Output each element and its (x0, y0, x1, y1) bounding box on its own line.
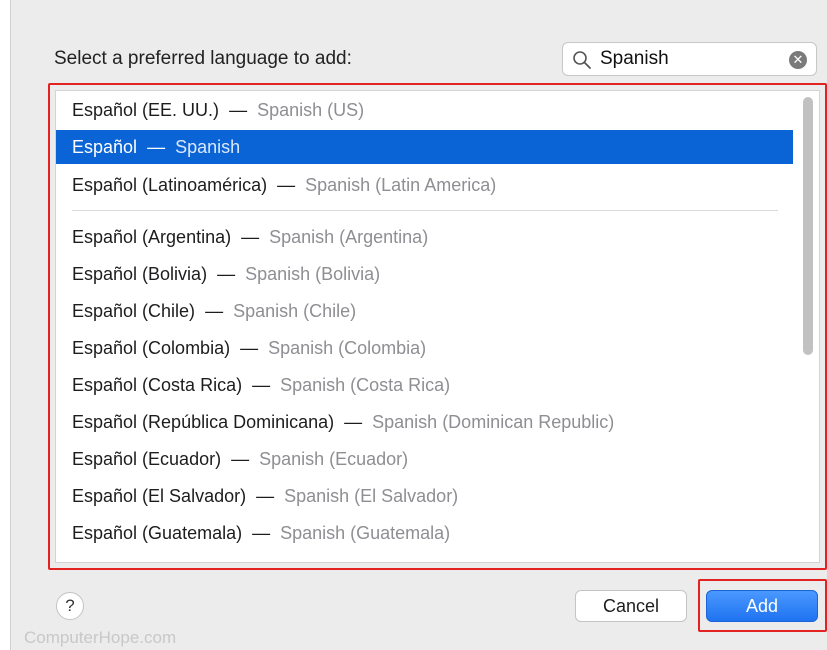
language-english-name: Spanish (Latin America) (305, 175, 497, 195)
list-item[interactable]: Español (Chile) — Spanish (Chile) (56, 294, 793, 328)
list-item-selected[interactable]: Español — Spanish (56, 130, 793, 164)
cancel-button[interactable]: Cancel (575, 590, 687, 622)
em-dash: — (344, 412, 363, 432)
em-dash: — (256, 486, 275, 506)
list-item[interactable]: Español (Latinoamérica) — Spanish (Latin A… (56, 168, 793, 202)
prompt-label: Select a preferred language to add: (54, 48, 352, 69)
language-english-name: Spanish (El Salvador) (284, 486, 459, 506)
language-native-name: Español (EE. UU.) (72, 100, 220, 120)
language-english-name: Spanish (175, 137, 241, 157)
em-dash: — (252, 523, 271, 543)
language-native-name: Español (Ecuador) (72, 449, 222, 469)
language-native-name: Español (El Salvador) (72, 486, 247, 506)
em-dash: — (240, 338, 259, 358)
em-dash: — (147, 137, 166, 157)
vertical-scrollbar[interactable] (803, 97, 813, 355)
add-language-dialog: Select a preferred language to add: ✕ Es… (10, 0, 827, 650)
em-dash: — (205, 301, 224, 321)
em-dash: — (229, 100, 248, 120)
list-item[interactable]: Español (Bolivia) — Spanish (Bolivia) (56, 257, 793, 291)
language-native-name: Español (Chile) (72, 301, 196, 321)
em-dash: — (231, 449, 250, 469)
add-highlight-box (698, 579, 827, 632)
search-input[interactable] (600, 46, 780, 72)
language-native-name: Español (Colombia) (72, 338, 231, 358)
language-english-name: Spanish (US) (257, 100, 365, 120)
language-english-name: Spanish (Costa Rica) (280, 375, 451, 395)
clear-x-icon[interactable]: ✕ (789, 51, 807, 69)
list-item[interactable]: Español (Colombia) — Spanish (Colombia) (56, 331, 793, 365)
help-button[interactable]: ? (56, 592, 84, 620)
language-native-name: Español (Costa Rica) (72, 375, 243, 395)
list-separator (72, 210, 778, 211)
language-native-name: Español (Guatemala) (72, 523, 243, 543)
language-english-name: Spanish (Colombia) (268, 338, 427, 358)
em-dash: — (217, 264, 236, 284)
em-dash: — (241, 227, 260, 247)
language-english-name: Spanish (Argentina) (269, 227, 429, 247)
language-english-name: Spanish (Bolivia) (245, 264, 381, 284)
language-english-name: Spanish (Ecuador) (259, 449, 409, 469)
language-english-name: Spanish (Chile) (233, 301, 357, 321)
search-field[interactable]: ✕ (562, 42, 817, 76)
watermark: ComputerHope.com (24, 628, 177, 647)
list-item[interactable]: Español (República Dominicana) — Spanish (… (56, 405, 793, 439)
language-list[interactable]: Español (EE. UU.) — Spanish (US) Español — S… (55, 90, 820, 563)
language-native-name: Español (Bolivia) (72, 264, 208, 284)
language-native-name: Español (Latinoamérica) (72, 175, 268, 195)
list-item[interactable]: Español (Ecuador) — Spanish (Ecuador) (56, 442, 793, 476)
list-item[interactable]: Español (Costa Rica) — Spanish (Costa Rica… (56, 368, 793, 402)
magnifying-glass-icon (573, 51, 591, 69)
list-item[interactable]: Español (El Salvador) — Spanish (El Salvad… (56, 479, 793, 513)
list-item[interactable]: Español (EE. UU.) — Spanish (US) (56, 93, 793, 127)
em-dash: — (277, 175, 296, 195)
list-item[interactable]: Español (Guatemala) — Spanish (Guatemala) (56, 516, 793, 550)
language-native-name: Español (Argentina) (72, 227, 232, 247)
language-english-name: Spanish (Dominican Republic) (372, 412, 615, 432)
language-english-name: Spanish (Guatemala) (280, 523, 451, 543)
list-item[interactable]: Español (Argentina) — Spanish (Argentina) (56, 220, 793, 254)
language-native-name: Español (República Dominicana) (72, 412, 335, 432)
language-native-name: Español (72, 137, 138, 157)
em-dash: — (252, 375, 271, 395)
